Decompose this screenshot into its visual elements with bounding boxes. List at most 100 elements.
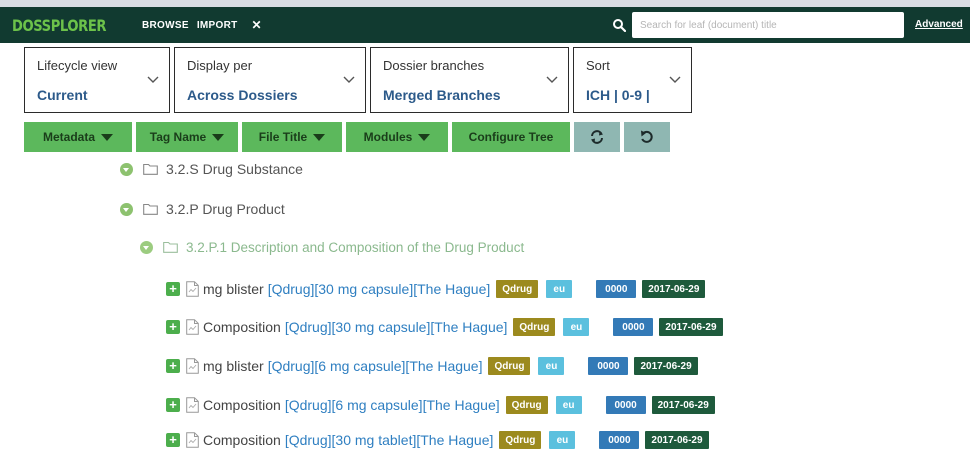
expand-plus-icon[interactable]: +: [166, 398, 180, 412]
modules-dropdown-button[interactable]: Modules: [346, 122, 448, 152]
date-badge: 2017-06-29: [634, 357, 698, 375]
leaf-metadata[interactable]: [Qdrug][30 mg capsule][The Hague]: [285, 319, 508, 335]
expand-plus-icon[interactable]: +: [166, 433, 180, 447]
date-badge: 2017-06-29: [642, 280, 706, 298]
collapse-toggle-icon[interactable]: [120, 162, 133, 176]
sequence-badge: 0000: [596, 280, 637, 298]
region-badge: eu: [538, 357, 565, 375]
tree-node-label: 3.2.P Drug Product: [166, 201, 285, 217]
sequence-badge: 0000: [605, 396, 646, 414]
search-icon: [613, 19, 626, 32]
select-label: Sort: [586, 58, 610, 73]
region-badge: eu: [549, 431, 576, 449]
tag-name-dropdown-button[interactable]: Tag Name: [136, 122, 238, 152]
button-label: Tag Name: [149, 130, 207, 144]
chevron-down-icon: [343, 76, 355, 83]
button-label: Configure Tree: [468, 130, 554, 144]
tree-leaf[interactable]: + Composition [Qdrug][30 mg capsule][The…: [166, 316, 723, 338]
leaf-metadata[interactable]: [Qdrug][6 mg capsule][The Hague]: [285, 397, 500, 413]
brand-logo[interactable]: DOSSPLORER: [12, 16, 109, 35]
region-badge: eu: [555, 396, 582, 414]
dossier-branches-select[interactable]: Dossier branches Merged Branches: [370, 47, 569, 113]
tree-leaf[interactable]: + mg blister [Qdrug][6 mg capsule][The H…: [166, 355, 698, 377]
region-badge: eu: [563, 318, 590, 336]
leaf-metadata[interactable]: [Qdrug][6 mg capsule][The Hague]: [268, 358, 483, 374]
document-icon: [186, 281, 199, 297]
region-badge: eu: [546, 280, 573, 298]
close-icon[interactable]: ✕: [252, 18, 262, 32]
expand-plus-icon[interactable]: +: [166, 282, 180, 296]
metadata-dropdown-button[interactable]: Metadata: [24, 122, 132, 152]
expand-plus-icon[interactable]: +: [166, 359, 180, 373]
chevron-down-icon: [669, 76, 681, 83]
file-title-dropdown-button[interactable]: File Title: [242, 122, 342, 152]
tree-leaf[interactable]: + Composition [Qdrug][6 mg capsule][The …: [166, 394, 715, 416]
expand-plus-icon[interactable]: +: [166, 320, 180, 334]
caret-down-icon: [212, 133, 225, 141]
display-per-select[interactable]: Display per Across Dossiers: [174, 47, 366, 113]
tree-node[interactable]: 3.2.P.1 Description and Composition of t…: [140, 237, 524, 257]
lifecycle-view-select[interactable]: Lifecycle view Current: [24, 47, 170, 113]
leaf-title[interactable]: Composition: [203, 319, 281, 335]
top-navbar: DOSSPLORER BROWSE IMPORT ✕ Advanced: [0, 7, 970, 43]
search-input[interactable]: [632, 12, 904, 38]
select-label: Lifecycle view: [37, 58, 118, 73]
tree-leaf[interactable]: + mg blister [Qdrug][30 mg capsule][The …: [166, 278, 706, 300]
refresh-icon: [591, 130, 603, 144]
date-badge: 2017-06-29: [651, 396, 715, 414]
undo-icon: [641, 130, 653, 143]
undo-button[interactable]: [624, 122, 670, 152]
button-label: File Title: [258, 130, 308, 144]
tree-leaf[interactable]: + Composition [Qdrug][30 mg tablet][The …: [166, 429, 709, 449]
select-label: Dossier branches: [383, 58, 485, 73]
leaf-title[interactable]: mg blister: [203, 281, 264, 297]
tree-node-label: 3.2.S Drug Substance: [166, 161, 303, 177]
document-icon: [186, 397, 199, 413]
advanced-search-link[interactable]: Advanced: [915, 19, 963, 30]
select-value: Across Dossiers: [187, 87, 298, 103]
button-label: Metadata: [42, 130, 95, 144]
tree-node[interactable]: 3.2.S Drug Substance: [120, 159, 303, 179]
collapse-toggle-icon[interactable]: [140, 240, 153, 254]
tree-node-label: 3.2.P.1 Description and Composition of t…: [186, 239, 525, 255]
main-panel: Lifecycle view Current Display per Acros…: [0, 43, 970, 449]
document-icon: [186, 319, 199, 335]
document-icon: [186, 358, 199, 374]
select-value: ICH | 0-9 |: [586, 87, 650, 103]
date-badge: 2017-06-29: [659, 318, 723, 336]
leaf-title[interactable]: Composition: [203, 432, 281, 448]
select-label: Display per: [187, 58, 253, 73]
caret-down-icon: [313, 133, 326, 141]
nav-browse-link[interactable]: BROWSE: [142, 20, 189, 31]
folder-icon: [143, 163, 158, 175]
tag-badge: Qdrug: [513, 318, 556, 336]
sequence-badge: 0000: [599, 431, 640, 449]
date-badge: 2017-06-29: [645, 431, 709, 449]
tag-badge: Qdrug: [499, 431, 542, 449]
collapse-toggle-icon[interactable]: [120, 202, 133, 216]
leaf-metadata[interactable]: [Qdrug][30 mg capsule][The Hague]: [268, 281, 491, 297]
caret-down-icon: [418, 133, 431, 141]
chevron-down-icon: [546, 76, 558, 83]
folder-icon: [143, 203, 158, 215]
leaf-title[interactable]: mg blister: [203, 358, 264, 374]
button-label: Modules: [363, 130, 413, 144]
select-value: Merged Branches: [383, 87, 501, 103]
tag-badge: Qdrug: [505, 396, 548, 414]
document-icon: [186, 432, 199, 448]
refresh-button[interactable]: [574, 122, 620, 152]
caret-down-icon: [101, 133, 113, 141]
tag-badge: Qdrug: [496, 280, 539, 298]
leaf-metadata[interactable]: [Qdrug][30 mg tablet][The Hague]: [285, 432, 494, 448]
sequence-badge: 0000: [613, 318, 654, 336]
nav-import-link[interactable]: IMPORT: [197, 20, 238, 31]
select-value: Current: [37, 87, 88, 103]
sequence-badge: 0000: [588, 357, 629, 375]
view-selectors: Lifecycle view Current Display per Acros…: [24, 47, 692, 113]
tree-toolbar: Metadata Tag Name File Title Modules Con…: [24, 122, 670, 152]
tree-node[interactable]: 3.2.P Drug Product: [120, 199, 285, 219]
configure-tree-button[interactable]: Configure Tree: [452, 122, 570, 152]
sort-select[interactable]: Sort ICH | 0-9 |: [573, 47, 692, 113]
tag-badge: Qdrug: [488, 357, 531, 375]
leaf-title[interactable]: Composition: [203, 397, 281, 413]
